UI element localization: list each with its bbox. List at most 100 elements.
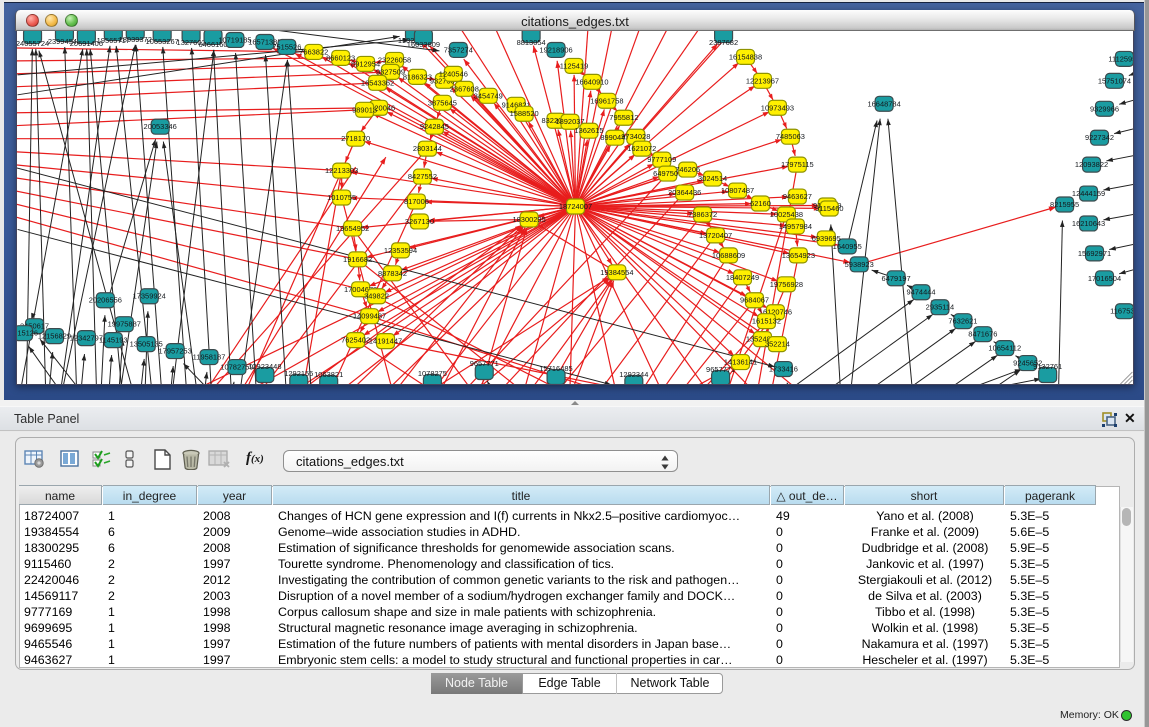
svg-text:1078275: 1078275 (418, 369, 447, 378)
svg-text:14191447: 14191447 (369, 337, 402, 346)
svg-text:2935114: 2935114 (926, 303, 955, 312)
svg-text:1010755: 1010755 (327, 193, 356, 202)
svg-text:1292156: 1292156 (284, 369, 313, 378)
svg-text:817006: 817006 (404, 197, 429, 206)
svg-text:18407249: 18407249 (726, 273, 759, 282)
svg-text:9242845: 9242845 (420, 122, 449, 131)
svg-text:10688609: 10688609 (712, 251, 745, 260)
svg-text:3875645: 3875645 (428, 98, 457, 107)
svg-text:11125959: 11125959 (1108, 54, 1134, 63)
svg-text:15751074: 15751074 (1098, 76, 1131, 85)
svg-text:1125419: 1125419 (560, 61, 589, 70)
svg-text:9684067: 9684067 (740, 296, 769, 305)
svg-text:16154838: 16154838 (729, 52, 762, 61)
svg-text:20206556: 20206556 (89, 296, 122, 305)
svg-text:3915126: 3915126 (16, 329, 38, 338)
svg-text:19756928: 19756928 (770, 280, 803, 289)
svg-text:6939695: 6939695 (812, 234, 841, 243)
svg-text:9463627: 9463627 (783, 192, 812, 201)
svg-text:349822: 349822 (364, 292, 389, 301)
svg-text:12093822: 12093822 (1075, 160, 1108, 169)
svg-text:9227342: 9227342 (1085, 133, 1114, 142)
svg-text:16210643: 16210643 (1072, 219, 1105, 228)
svg-text:7515526: 7515526 (272, 42, 301, 51)
svg-text:20053346: 20053346 (144, 122, 177, 131)
svg-text:7663822: 7663822 (299, 47, 328, 56)
svg-text:18300295: 18300295 (513, 215, 546, 224)
svg-text:9329966: 9329966 (1090, 104, 1119, 113)
svg-text:17359924: 17359924 (133, 292, 166, 301)
svg-text:12156829: 12156829 (38, 332, 71, 341)
svg-text:62160: 62160 (750, 199, 771, 208)
svg-text:9777109: 9777109 (647, 155, 676, 164)
svg-text:6479197: 6479197 (882, 274, 911, 283)
svg-text:12923448: 12923448 (248, 362, 281, 371)
svg-text:3267130: 3267130 (405, 217, 434, 226)
svg-text:3024514: 3024514 (698, 174, 727, 183)
svg-text:1588520: 1588520 (510, 109, 539, 118)
svg-text:352214: 352214 (765, 340, 790, 349)
svg-text:10654112: 10654112 (988, 344, 1021, 353)
svg-text:989013: 989013 (352, 105, 377, 114)
svg-text:19975887: 19975887 (108, 320, 141, 329)
svg-text:10025438: 10025438 (770, 210, 803, 219)
svg-text:8186323: 8186323 (403, 72, 432, 81)
svg-text:1621072: 1621072 (627, 144, 656, 153)
svg-text:7357274: 7357274 (444, 45, 473, 54)
svg-text:24055724: 24055724 (16, 39, 49, 48)
svg-text:9474444: 9474444 (906, 288, 935, 297)
svg-text:16648784: 16648784 (868, 99, 901, 108)
svg-text:7386372: 7386372 (688, 210, 717, 219)
svg-text:19218906: 19218906 (539, 45, 572, 54)
svg-text:7632621: 7632621 (948, 317, 977, 326)
svg-text:8427552: 8427552 (408, 172, 437, 181)
svg-text:10807487: 10807487 (721, 186, 754, 195)
svg-text:7955812: 7955812 (609, 113, 638, 122)
svg-text:1063821: 1063821 (314, 370, 343, 379)
svg-text:13720407: 13720407 (699, 231, 732, 240)
svg-text:17975115: 17975115 (781, 160, 814, 169)
svg-text:10973493: 10973493 (761, 103, 794, 112)
svg-text:12213303: 12213303 (325, 166, 358, 175)
svg-text:10653267: 10653267 (146, 37, 179, 46)
svg-text:12342797: 12342797 (70, 334, 103, 343)
svg-text:2803144: 2803144 (413, 144, 442, 153)
svg-text:8215955: 8215955 (1050, 200, 1079, 209)
svg-text:9132761: 9132761 (1033, 362, 1062, 371)
svg-text:1145193: 1145193 (99, 336, 128, 345)
svg-text:1362615: 1362615 (574, 126, 603, 135)
svg-text:16543362: 16543362 (361, 78, 394, 87)
svg-text:1292344: 1292344 (619, 370, 648, 379)
svg-text:9115460: 9115460 (815, 204, 844, 213)
svg-text:16961758: 16961758 (590, 96, 623, 105)
svg-text:14136141: 14136141 (724, 358, 757, 367)
svg-text:12444159: 12444159 (1072, 189, 1105, 198)
svg-text:19384554: 19384554 (600, 268, 633, 277)
svg-text:5938923: 5938923 (845, 260, 874, 269)
svg-text:7625402: 7625402 (341, 336, 370, 345)
svg-text:15716485: 15716485 (539, 364, 572, 373)
svg-text:14957984: 14957984 (779, 222, 812, 231)
svg-text:12213967: 12213967 (746, 76, 779, 85)
svg-text:16640910: 16640910 (575, 77, 608, 86)
svg-text:17957253: 17957253 (159, 347, 192, 356)
svg-text:1733416: 1733416 (769, 365, 798, 374)
svg-text:20364436: 20364436 (668, 188, 701, 197)
svg-text:1640955: 1640955 (833, 242, 862, 251)
svg-text:1615132: 1615132 (752, 317, 781, 326)
svg-text:3454749: 3454749 (474, 91, 503, 100)
svg-text:19654952: 19654952 (336, 224, 369, 233)
svg-text:7485063: 7485063 (776, 132, 805, 141)
svg-text:16033809: 16033809 (407, 40, 440, 49)
svg-text:2387682: 2387682 (709, 38, 738, 47)
svg-text:14099487: 14099487 (353, 312, 386, 321)
svg-text:18724007: 18724007 (559, 202, 592, 211)
svg-text:17016504: 17016504 (1088, 274, 1121, 283)
svg-text:9734028: 9734028 (621, 132, 650, 141)
svg-text:1916682: 1916682 (343, 255, 372, 264)
svg-text:8471676: 8471676 (968, 330, 997, 339)
svg-text:1240546: 1240546 (439, 69, 468, 78)
svg-text:746206: 746206 (675, 165, 700, 174)
svg-text:10719185: 10719185 (218, 35, 251, 44)
svg-text:8878342: 8878342 (378, 269, 407, 278)
